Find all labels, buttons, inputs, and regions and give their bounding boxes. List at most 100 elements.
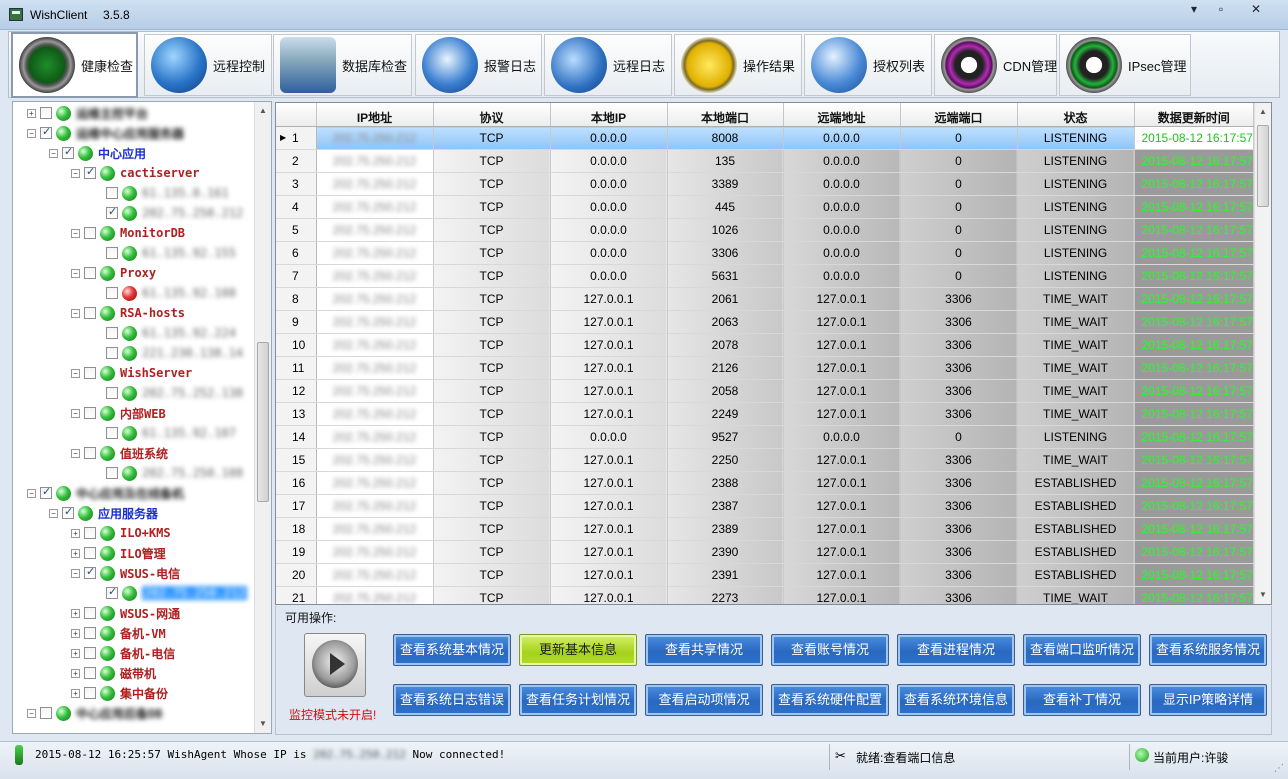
- row-number[interactable]: 5: [276, 218, 317, 242]
- row-number[interactable]: 4: [276, 195, 317, 219]
- table-row[interactable]: 7 202.75.250.212 TCP 0.0.0.0 5631 0.0.0.0 0 LIS…: [276, 264, 1254, 288]
- tree-node[interactable]: − 运维中心应用服务器: [27, 123, 184, 143]
- tree-node[interactable]: + 磁带机: [71, 663, 156, 683]
- table-row[interactable]: 11 202.75.250.212 TCP 127.0.0.1 2126 127.0.0.…: [276, 356, 1254, 380]
- tree-node[interactable]: 61.135.92.107: [93, 423, 236, 443]
- tree-node[interactable]: − 内部WEB: [71, 403, 166, 423]
- collapse-icon[interactable]: −: [27, 708, 36, 718]
- table-row[interactable]: ▶ 1 202.75.250.212 TCP 0.0.0.0 8008 0.0.0.0 0 LI…: [276, 126, 1254, 150]
- table-row[interactable]: 12 202.75.250.212 TCP 127.0.0.1 2058 127.0.0.…: [276, 379, 1254, 403]
- op-button[interactable]: 查看系统环境信息: [897, 684, 1015, 716]
- tree-checkbox[interactable]: [106, 187, 118, 199]
- collapse-icon[interactable]: −: [71, 268, 80, 278]
- tree-checkbox[interactable]: [106, 585, 118, 599]
- row-number[interactable]: 13: [276, 402, 317, 426]
- tree-checkbox[interactable]: [84, 667, 96, 679]
- row-number[interactable]: 14: [276, 425, 317, 449]
- tree-node[interactable]: − 中心应用: [49, 143, 146, 163]
- collapse-icon[interactable]: −: [49, 508, 58, 518]
- tree-checkbox[interactable]: [106, 387, 118, 399]
- table-row[interactable]: 18 202.75.250.212 TCP 127.0.0.1 2389 127.0.0.…: [276, 517, 1254, 541]
- table-row[interactable]: 14 202.75.250.212 TCP 0.0.0.0 9527 0.0.0.0 0 LI…: [276, 425, 1254, 449]
- table-row[interactable]: 9 202.75.250.212 TCP 127.0.0.1 2063 127.0.0.1…: [276, 310, 1254, 334]
- expand-icon[interactable]: +: [71, 628, 80, 638]
- op-button[interactable]: 查看共享情况: [645, 634, 763, 666]
- tree-checkbox[interactable]: [84, 527, 96, 539]
- tree-checkbox[interactable]: [84, 227, 96, 239]
- close-button[interactable]: ✕: [1244, 1, 1268, 19]
- tree-node[interactable]: + 集中备份: [71, 683, 168, 703]
- op-button[interactable]: 查看任务计划情况: [519, 684, 637, 716]
- collapse-icon[interactable]: −: [71, 168, 80, 178]
- row-number[interactable]: 11: [276, 356, 317, 380]
- row-number[interactable]: 12: [276, 379, 317, 403]
- op-button[interactable]: 查看补丁情况: [1023, 684, 1141, 716]
- toolbar-tab-5[interactable]: 操作结果: [674, 34, 802, 96]
- tree-scrollbar[interactable]: ▲ ▼: [254, 102, 271, 733]
- table-row[interactable]: 4 202.75.250.212 TCP 0.0.0.0 445 0.0.0.0 0 LIST…: [276, 195, 1254, 219]
- tree-node[interactable]: − 应用服务器: [49, 503, 158, 523]
- tree-checkbox[interactable]: [40, 125, 52, 139]
- op-button[interactable]: 查看启动项情况: [645, 684, 763, 716]
- table-row[interactable]: 3 202.75.250.212 TCP 0.0.0.0 3389 0.0.0.0 0 LIS…: [276, 172, 1254, 196]
- op-button[interactable]: 查看系统日志错误: [393, 684, 511, 716]
- tree-checkbox[interactable]: [40, 707, 52, 719]
- tree-checkbox[interactable]: [106, 427, 118, 439]
- table-row[interactable]: 6 202.75.250.212 TCP 0.0.0.0 3306 0.0.0.0 0 LIS…: [276, 241, 1254, 265]
- column-header[interactable]: 本地端口: [667, 103, 784, 127]
- tree-node[interactable]: 202.75.250.212: [93, 203, 243, 223]
- scroll-up-icon[interactable]: ▲: [259, 106, 267, 115]
- column-header[interactable]: 远端端口: [900, 103, 1018, 127]
- table-row[interactable]: 8 202.75.250.212 TCP 127.0.0.1 2061 127.0.0.1…: [276, 287, 1254, 311]
- tree-node[interactable]: + 运维主控平台: [27, 103, 148, 123]
- tree-checkbox[interactable]: [84, 627, 96, 639]
- tree-node[interactable]: 202.75.250.108: [93, 463, 243, 483]
- tree-checkbox[interactable]: [40, 107, 52, 119]
- tree-checkbox[interactable]: [84, 647, 96, 659]
- column-header[interactable]: 本地IP: [550, 103, 668, 127]
- tree-checkbox[interactable]: [84, 565, 96, 579]
- tree-checkbox[interactable]: [106, 327, 118, 339]
- collapse-icon[interactable]: −: [49, 148, 58, 158]
- row-number[interactable]: 9: [276, 310, 317, 334]
- table-row[interactable]: 10 202.75.250.212 TCP 127.0.0.1 2078 127.0.0.…: [276, 333, 1254, 357]
- tree-checkbox[interactable]: [84, 307, 96, 319]
- expand-icon[interactable]: +: [27, 108, 36, 118]
- op-button[interactable]: 更新基本信息: [519, 634, 637, 666]
- op-button[interactable]: 查看系统硬件配置: [771, 684, 889, 716]
- column-header[interactable]: 数据更新时间: [1134, 103, 1254, 127]
- row-number[interactable]: 19: [276, 540, 317, 564]
- scroll-down-icon[interactable]: ▼: [1259, 590, 1267, 599]
- row-number[interactable]: 18: [276, 517, 317, 541]
- tree-checkbox[interactable]: [40, 485, 52, 499]
- restore-button[interactable]: ▫: [1209, 1, 1233, 19]
- tree-node[interactable]: + ILO管理: [71, 543, 166, 563]
- expand-icon[interactable]: +: [71, 548, 80, 558]
- tree-checkbox[interactable]: [62, 145, 74, 159]
- collapse-icon[interactable]: −: [71, 408, 80, 418]
- row-number[interactable]: 6: [276, 241, 317, 265]
- tree-node[interactable]: − 中心应用及在线备机: [27, 483, 184, 503]
- row-number[interactable]: 2: [276, 149, 317, 173]
- server-tree[interactable]: ▲ ▼ + 运维主控平台 − 运维中心应用服务器 − 中心应用 − cactiserver 61…: [12, 101, 272, 734]
- toolbar-tab-3[interactable]: 报警日志: [415, 34, 542, 96]
- column-header[interactable]: 状态: [1017, 103, 1135, 127]
- row-number[interactable]: 21: [276, 586, 317, 604]
- toolbar-tab-4[interactable]: 远程日志: [544, 34, 672, 96]
- collapse-icon[interactable]: −: [71, 368, 80, 378]
- table-row[interactable]: 16 202.75.250.212 TCP 127.0.0.1 2388 127.0.0.…: [276, 471, 1254, 495]
- op-button[interactable]: 查看进程情况: [897, 634, 1015, 666]
- op-button[interactable]: 查看账号情况: [771, 634, 889, 666]
- toolbar-tab-1[interactable]: 远程控制: [144, 34, 272, 96]
- tree-node[interactable]: + WSUS-网通: [71, 603, 180, 623]
- expand-icon[interactable]: +: [71, 648, 80, 658]
- op-button[interactable]: 查看端口监听情况: [1023, 634, 1141, 666]
- tree-node[interactable]: 61.135.92.155: [93, 243, 236, 263]
- tree-node[interactable]: + 备机-VM: [71, 623, 166, 643]
- tree-node[interactable]: 221.230.138.14: [93, 343, 243, 363]
- column-header[interactable]: [276, 103, 317, 127]
- tree-checkbox[interactable]: [84, 547, 96, 559]
- expand-icon[interactable]: +: [71, 668, 80, 678]
- row-number[interactable]: 17: [276, 494, 317, 518]
- column-header[interactable]: IP地址: [316, 103, 434, 127]
